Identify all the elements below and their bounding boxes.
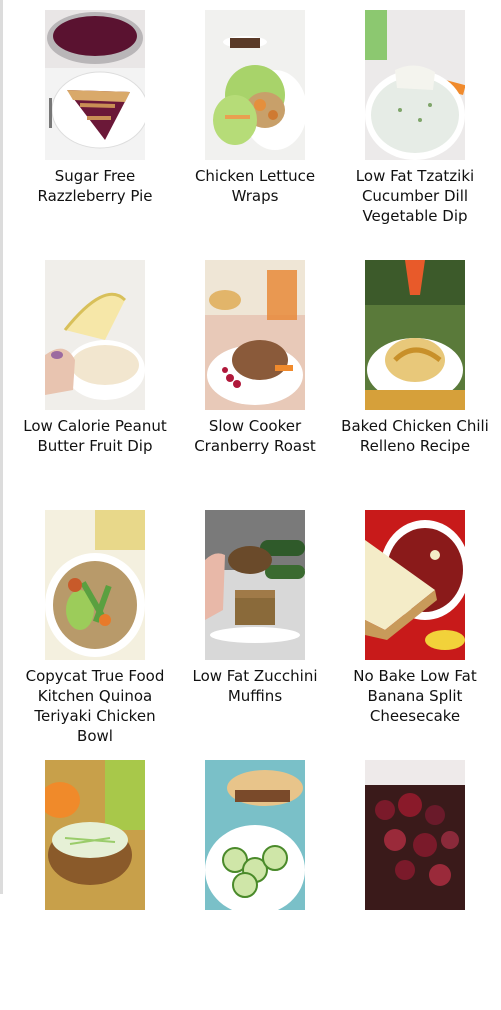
recipe-card[interactable]: Low Calorie Peanut Butter Fruit Dip	[15, 260, 175, 510]
recipe-card[interactable]: Copycat True Food Kitchen Quinoa Teriyak…	[15, 510, 175, 760]
recipe-title[interactable]: Sugar Free Razzleberry Pie	[15, 166, 175, 206]
recipe-card[interactable]: Baked Chicken Chili Relleno Recipe	[335, 260, 495, 510]
recipe-title[interactable]: Low Calorie Peanut Butter Fruit Dip	[15, 416, 175, 456]
recipe-card[interactable]	[335, 760, 495, 1010]
recipe-thumbnail-coconut-slaw[interactable]	[45, 760, 145, 910]
recipe-card[interactable]: Sugar Free Razzleberry Pie	[15, 10, 175, 260]
recipe-thumbnail-razzleberry-pie[interactable]	[45, 10, 145, 160]
recipe-title[interactable]: Chicken Lettuce Wraps	[175, 166, 335, 206]
recipe-title[interactable]: Baked Chicken Chili Relleno Recipe	[335, 416, 495, 456]
recipe-grid: Sugar Free Razzleberry Pie Chicken Lettu…	[15, 10, 495, 1010]
recipe-title[interactable]: Slow Cooker Cranberry Roast	[175, 416, 335, 456]
recipe-title[interactable]: Low Fat Tzatziki Cucumber Dill Vegetable…	[335, 166, 495, 226]
recipe-card[interactable]: Chicken Lettuce Wraps	[175, 10, 335, 260]
recipe-thumbnail-sandwich-cucumber[interactable]	[205, 760, 305, 910]
recipe-title[interactable]: Low Fat Zucchini Muffins	[175, 666, 335, 706]
recipe-card[interactable]	[15, 760, 175, 1010]
recipe-thumbnail-quinoa-teriyaki-bowl[interactable]	[45, 510, 145, 660]
recipe-title[interactable]: No Bake Low Fat Banana Split Cheesecake	[335, 666, 495, 726]
left-border	[0, 0, 3, 894]
recipe-thumbnail-zucchini-muffins[interactable]	[205, 510, 305, 660]
recipe-thumbnail-cranberry-roast[interactable]	[205, 260, 305, 410]
recipe-thumbnail-chili-relleno[interactable]	[365, 260, 465, 410]
recipe-card[interactable]	[175, 760, 335, 1010]
recipe-thumbnail-peanut-butter-fruit-dip[interactable]	[45, 260, 145, 410]
recipe-thumbnail-chicken-lettuce-wraps[interactable]	[205, 10, 305, 160]
recipe-thumbnail-tzatziki-dip[interactable]	[365, 10, 465, 160]
recipe-card[interactable]: Low Fat Zucchini Muffins	[175, 510, 335, 760]
recipe-thumbnail-banana-split-cheesecake[interactable]	[365, 510, 465, 660]
recipe-card[interactable]: Low Fat Tzatziki Cucumber Dill Vegetable…	[335, 10, 495, 260]
recipe-card[interactable]: No Bake Low Fat Banana Split Cheesecake	[335, 510, 495, 760]
recipe-thumbnail-roasted-beets[interactable]	[365, 760, 465, 910]
recipe-title[interactable]: Copycat True Food Kitchen Quinoa Teriyak…	[15, 666, 175, 746]
recipe-card[interactable]: Slow Cooker Cranberry Roast	[175, 260, 335, 510]
